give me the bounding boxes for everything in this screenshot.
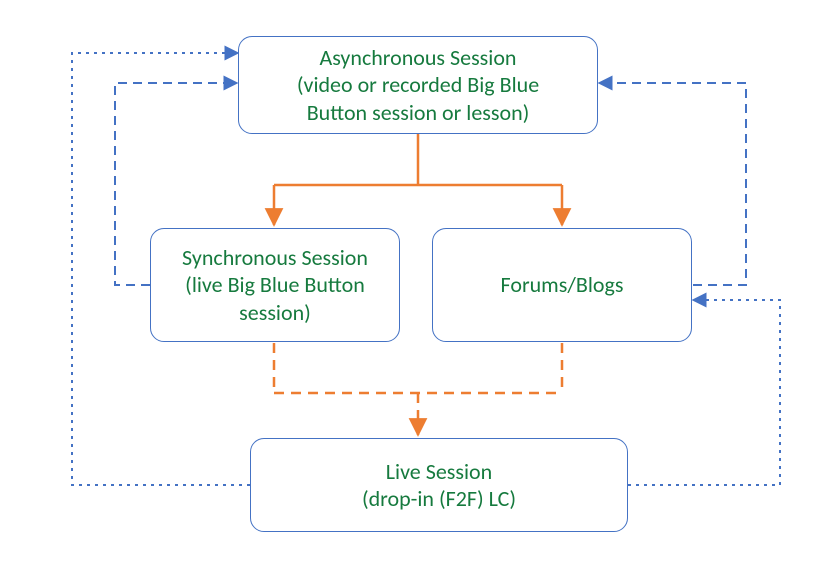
node-sync-line1: Synchronous Session bbox=[182, 244, 368, 272]
node-sync-line3: session) bbox=[239, 299, 311, 327]
node-forums-line1: Forums/Blogs bbox=[501, 271, 624, 299]
node-live-line1: Live Session bbox=[386, 458, 492, 486]
node-async-line1: Asynchronous Session bbox=[319, 44, 516, 72]
node-forums: Forums/Blogs bbox=[432, 228, 692, 342]
node-live-line2: (drop-in (F2F) LC) bbox=[362, 485, 516, 513]
node-sync-line2: (live Big Blue Button bbox=[185, 271, 365, 299]
node-sync: Synchronous Session (live Big Blue Butto… bbox=[150, 228, 400, 342]
edge-children-to-live bbox=[274, 343, 562, 435]
diagram-canvas: Asynchronous Session (video or recorded … bbox=[0, 0, 837, 587]
node-async-line2: (video or recorded Big Blue bbox=[297, 71, 539, 99]
node-async-line3: Button session or lesson) bbox=[307, 99, 530, 127]
node-live: Live Session (drop-in (F2F) LC) bbox=[250, 438, 628, 532]
edge-async-to-children bbox=[274, 134, 562, 225]
node-async: Asynchronous Session (video or recorded … bbox=[238, 36, 598, 134]
